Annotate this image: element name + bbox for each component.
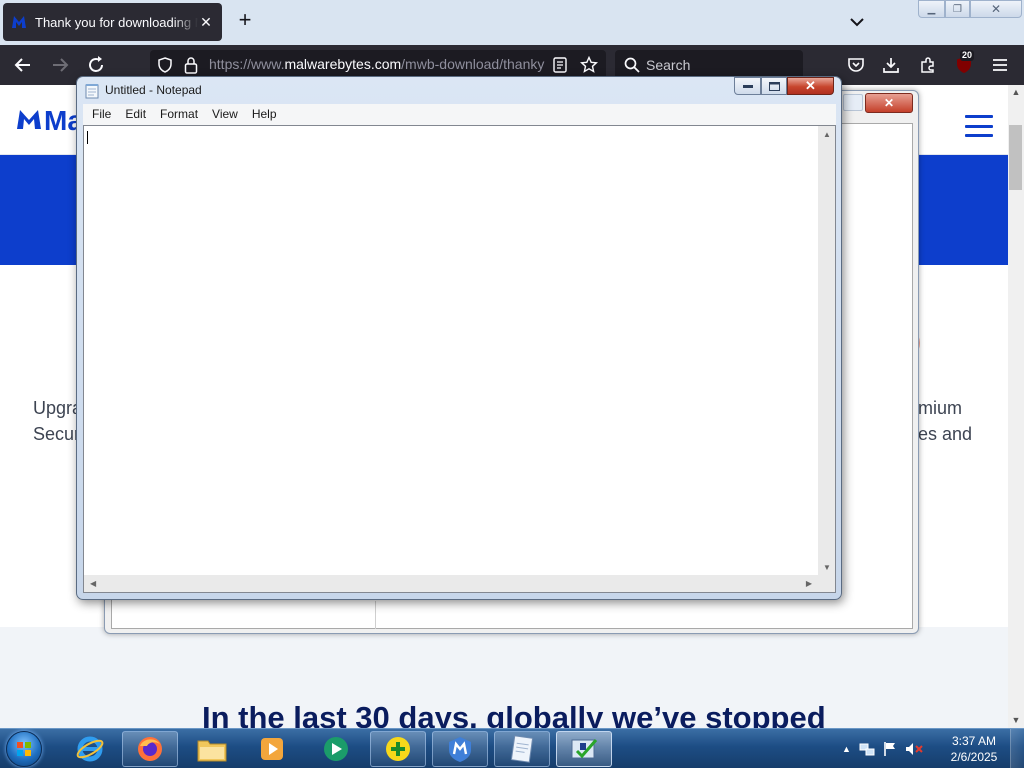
scroll-left-arrow-icon[interactable]: ◀ bbox=[90, 579, 96, 588]
tab-title: Thank you for downloading Malwarebytes bbox=[35, 14, 198, 30]
installer-divider bbox=[375, 601, 376, 629]
extension-badge: 20 bbox=[960, 50, 975, 61]
notepad-vertical-scrollbar[interactable]: ▲ ▼ bbox=[818, 126, 835, 576]
network-icon[interactable] bbox=[859, 741, 875, 757]
scroll-down-icon[interactable]: ▼ bbox=[1008, 713, 1024, 727]
notepad-horizontal-scrollbar[interactable]: ◀ ▶ bbox=[84, 575, 818, 592]
browser-tab-bar: Thank you for downloading Malwarebytes ✕… bbox=[0, 0, 1024, 45]
notepad-maximize-button[interactable] bbox=[761, 77, 787, 95]
internet-explorer-icon[interactable] bbox=[62, 731, 118, 767]
firefox-icon[interactable] bbox=[122, 731, 178, 767]
installer-restore-button[interactable] bbox=[843, 94, 863, 111]
windows-logo-icon bbox=[17, 742, 31, 756]
show-hidden-icons-icon[interactable]: ▲ bbox=[842, 744, 851, 754]
notepad-app-icon[interactable] bbox=[85, 83, 99, 99]
scroll-up-icon[interactable]: ▲ bbox=[1008, 85, 1024, 99]
lock-icon[interactable] bbox=[184, 56, 198, 74]
browser-minimize-button[interactable]: ▁ bbox=[918, 0, 945, 18]
clock-time: 3:37 AM bbox=[951, 734, 997, 748]
browser-close-button[interactable]: ✕ bbox=[970, 0, 1022, 18]
browser-restore-button[interactable]: ❐ bbox=[945, 0, 970, 18]
back-icon[interactable] bbox=[11, 53, 35, 77]
taskbar: ▲ 3:37 AM 2/6/2025 bbox=[0, 728, 1024, 768]
search-icon bbox=[624, 57, 640, 73]
new-tab-button[interactable]: + bbox=[233, 9, 257, 33]
taskbar-clock[interactable]: 3:37 AM 2/6/2025 bbox=[944, 733, 1004, 765]
installer-close-button[interactable]: ✕ bbox=[865, 93, 913, 113]
notepad-close-button[interactable]: ✕ bbox=[787, 77, 834, 95]
plus-app-icon[interactable] bbox=[370, 731, 426, 767]
reload-icon[interactable] bbox=[84, 53, 108, 77]
site-menu-icon[interactable] bbox=[965, 115, 993, 137]
tab-list-chevron-icon[interactable] bbox=[846, 12, 868, 32]
downloads-icon[interactable] bbox=[879, 53, 903, 77]
tab-close-icon[interactable]: ✕ bbox=[198, 14, 214, 31]
file-explorer-icon[interactable] bbox=[184, 731, 240, 767]
text-caret bbox=[87, 131, 88, 144]
bookmark-star-icon[interactable] bbox=[580, 56, 598, 74]
start-button[interactable] bbox=[6, 731, 42, 767]
stats-heading: In the last 30 days, globally we’ve stop… bbox=[202, 700, 826, 728]
menu-format[interactable]: Format bbox=[153, 104, 205, 125]
menu-file[interactable]: File bbox=[85, 104, 118, 125]
notepad-window: Untitled - Notepad ✕ File Edit Format Vi… bbox=[76, 76, 842, 600]
shield-icon[interactable] bbox=[157, 57, 173, 73]
extensions-puzzle-icon[interactable] bbox=[916, 53, 940, 77]
notepad-minimize-button[interactable] bbox=[734, 77, 761, 95]
scroll-down-arrow-icon[interactable]: ▼ bbox=[823, 563, 831, 572]
promo-text-right: mium es and bbox=[918, 398, 973, 444]
pocket-icon[interactable] bbox=[844, 53, 868, 77]
show-desktop-button[interactable] bbox=[1010, 729, 1024, 768]
malwarebytes-taskbar-icon[interactable] bbox=[432, 731, 488, 767]
menu-hamburger-icon[interactable] bbox=[988, 53, 1012, 77]
malwarebytes-favicon-icon bbox=[12, 16, 26, 28]
tab-malwarebytes[interactable]: Thank you for downloading Malwarebytes ✕ bbox=[3, 3, 222, 41]
scroll-up-arrow-icon[interactable]: ▲ bbox=[823, 130, 831, 139]
clock-date: 2/6/2025 bbox=[950, 750, 998, 764]
menu-edit[interactable]: Edit bbox=[118, 104, 153, 125]
forward-icon[interactable] bbox=[48, 53, 72, 77]
url-text: https://www.malwarebytes.com/mwb-downloa… bbox=[209, 56, 545, 72]
system-tray: ▲ bbox=[842, 733, 923, 765]
notepad-text-area[interactable]: ▲ ▼ ◀ ▶ bbox=[83, 125, 836, 593]
reader-view-icon[interactable] bbox=[553, 57, 567, 73]
media-player-icon[interactable] bbox=[244, 731, 300, 767]
notepad-taskbar-icon[interactable] bbox=[494, 731, 550, 767]
menu-help[interactable]: Help bbox=[245, 104, 284, 125]
action-center-flag-icon[interactable] bbox=[883, 741, 897, 757]
media-center-icon[interactable] bbox=[308, 731, 364, 767]
notepad-menu-bar: File Edit Format View Help bbox=[83, 104, 836, 125]
installer-taskbar-icon[interactable] bbox=[556, 731, 612, 767]
search-placeholder: Search bbox=[646, 57, 691, 73]
scroll-right-arrow-icon[interactable]: ▶ bbox=[806, 579, 812, 588]
notepad-window-controls: ✕ bbox=[734, 77, 834, 95]
volume-muted-icon[interactable] bbox=[905, 741, 923, 757]
resize-grip[interactable] bbox=[818, 575, 835, 592]
page-scroll-thumb[interactable] bbox=[1009, 125, 1022, 190]
browser-window-controls: ▁ ❐ ✕ bbox=[918, 0, 1022, 18]
notepad-title: Untitled - Notepad bbox=[105, 83, 202, 97]
menu-view[interactable]: View bbox=[205, 104, 245, 125]
malwarebytes-logo-icon[interactable] bbox=[16, 108, 42, 130]
